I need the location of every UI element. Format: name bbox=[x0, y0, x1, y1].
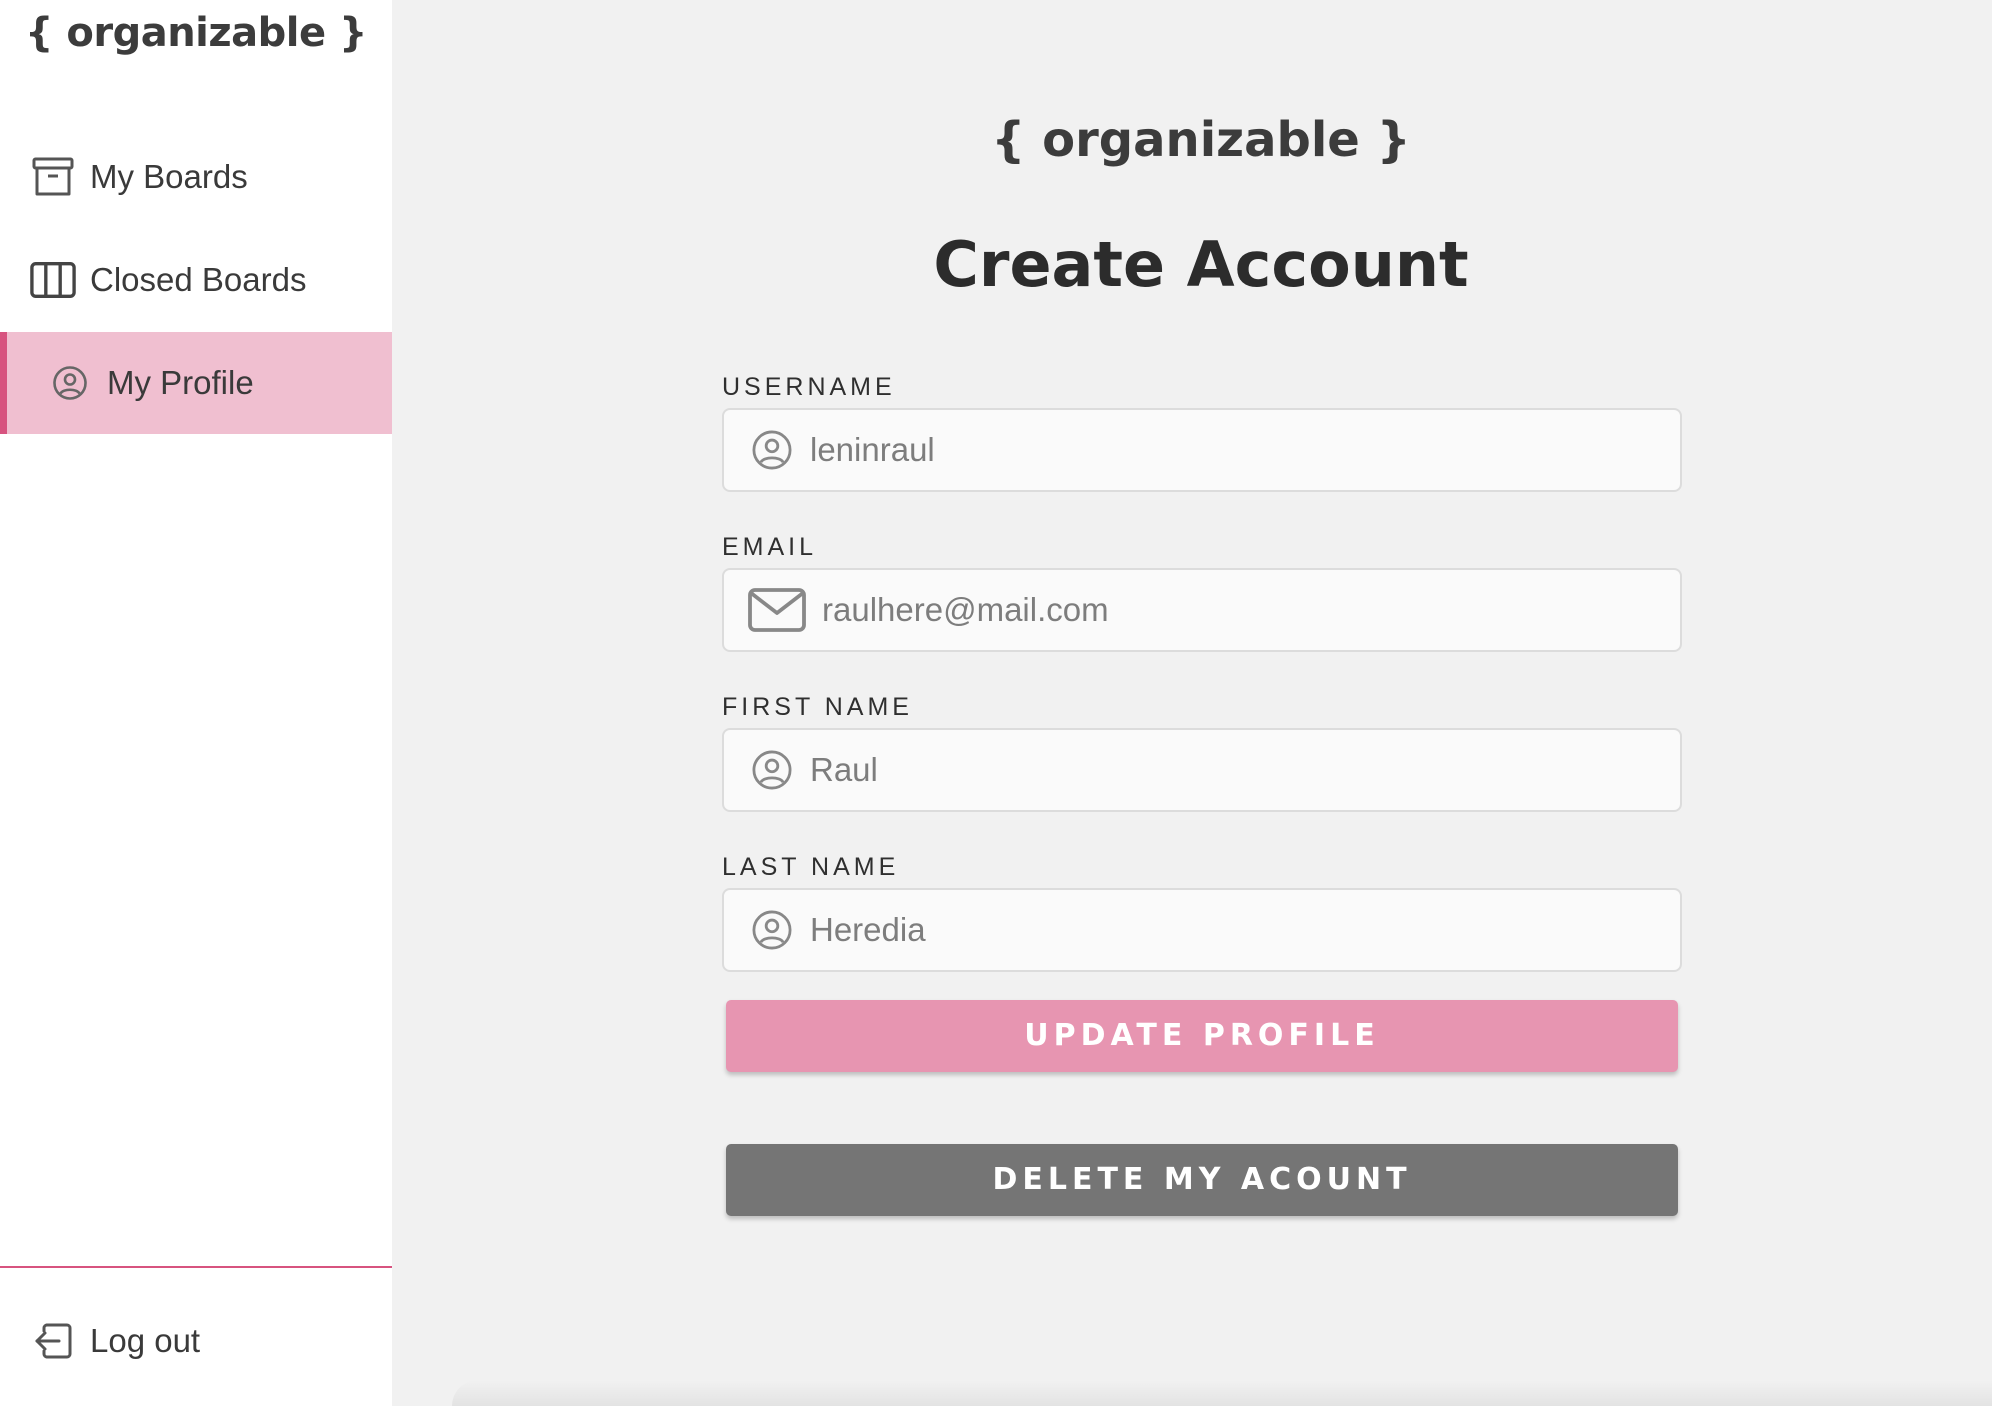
email-field-wrapper[interactable] bbox=[722, 568, 1682, 652]
user-circle-icon bbox=[750, 748, 794, 792]
email-input[interactable] bbox=[822, 591, 1642, 629]
last-name-field-wrapper[interactable] bbox=[722, 888, 1682, 972]
sidebar-divider bbox=[0, 1266, 392, 1268]
logout-label: Log out bbox=[90, 1322, 201, 1359]
columns-icon bbox=[30, 257, 76, 303]
last-name-label: LAST NAME bbox=[722, 853, 900, 881]
sidebar: { organizable } My Boards Closed Boards bbox=[0, 0, 392, 1406]
first-name-label: FIRST NAME bbox=[722, 693, 913, 721]
user-circle-icon bbox=[750, 908, 794, 952]
sidebar-item-my-boards[interactable]: My Boards bbox=[0, 126, 392, 228]
sidebar-logo[interactable]: { organizable } bbox=[0, 10, 392, 56]
first-name-input[interactable] bbox=[810, 751, 1630, 789]
archive-box-icon bbox=[30, 154, 76, 200]
page-title: Create Account bbox=[933, 228, 1469, 301]
main-logo: { organizable } bbox=[991, 112, 1411, 168]
username-label: USERNAME bbox=[722, 373, 896, 401]
logout-button[interactable]: Log out bbox=[0, 1290, 392, 1392]
last-name-input[interactable] bbox=[810, 911, 1630, 949]
update-profile-button[interactable]: UPDATE PROFILE bbox=[726, 1000, 1678, 1072]
delete-account-button[interactable]: DELETE MY ACOUNT bbox=[726, 1144, 1678, 1216]
logout-icon bbox=[30, 1318, 76, 1364]
profile-form: USERNAME EMAIL FIRST NAME bbox=[722, 370, 1682, 1010]
sidebar-item-label: My Profile bbox=[107, 364, 254, 401]
first-name-field-wrapper[interactable] bbox=[722, 728, 1682, 812]
email-label: EMAIL bbox=[722, 533, 818, 561]
main-content: { organizable } Create Account USERNAME … bbox=[392, 0, 1992, 1406]
bottom-edge-shadow bbox=[452, 1380, 1992, 1406]
user-circle-icon bbox=[750, 428, 794, 472]
envelope-icon bbox=[746, 588, 808, 632]
user-circle-icon bbox=[47, 360, 93, 406]
sidebar-item-my-profile[interactable]: My Profile bbox=[0, 332, 392, 434]
username-input[interactable] bbox=[810, 431, 1630, 469]
sidebar-item-label: My Boards bbox=[90, 158, 248, 195]
sidebar-item-label: Closed Boards bbox=[90, 261, 307, 298]
sidebar-item-closed-boards[interactable]: Closed Boards bbox=[0, 229, 392, 331]
username-field-wrapper[interactable] bbox=[722, 408, 1682, 492]
